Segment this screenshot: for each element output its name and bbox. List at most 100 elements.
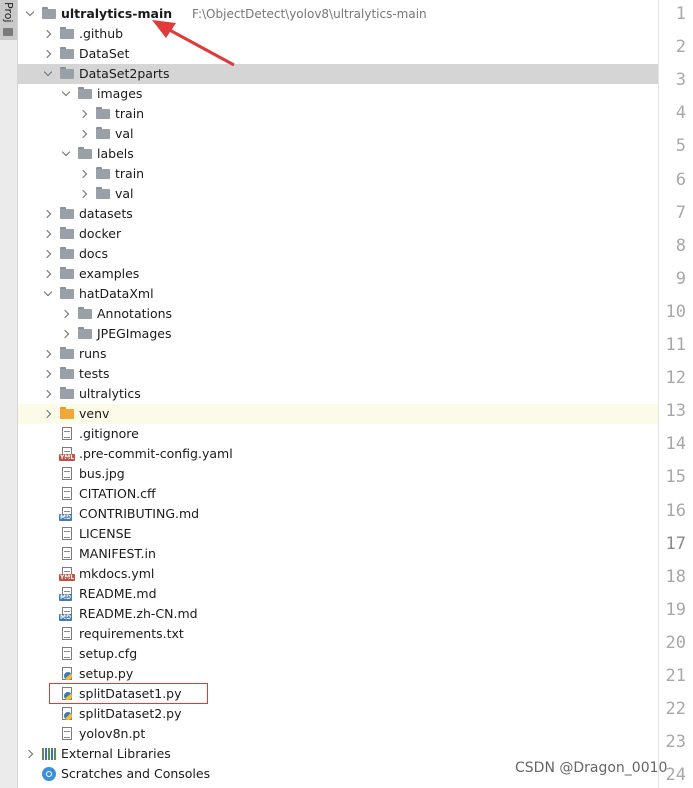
line-number: 16 <box>665 500 686 521</box>
chevron-right-icon[interactable] <box>24 744 36 764</box>
tree-item-pre-commit-config-yaml[interactable]: YML .pre-commit-config.yaml <box>18 444 658 464</box>
tree-item-images[interactable]: images <box>18 84 658 104</box>
chevron-down-icon[interactable] <box>42 284 54 304</box>
line-number: 13 <box>665 401 686 422</box>
tree-item-label: images <box>97 86 143 101</box>
tree-item-datasets[interactable]: datasets <box>18 204 658 224</box>
md-badge: MD <box>59 514 72 521</box>
tree-item-gitignore[interactable]: .gitignore <box>18 424 658 444</box>
line-number: 6 <box>675 169 686 190</box>
line-number: 22 <box>665 699 686 720</box>
chevron-down-icon[interactable] <box>24 4 36 24</box>
tree-item-label: requirements.txt <box>79 626 184 641</box>
tree-item-readme-zh-cn-md[interactable]: MD README.zh-CN.md <box>18 604 658 624</box>
line-number: 5 <box>675 136 686 157</box>
python-file-icon <box>60 667 74 681</box>
tree-item-citation-cff[interactable]: CITATION.cff <box>18 484 658 504</box>
tree-root-ultralytics-main[interactable]: ultralytics-main F:\ObjectDetect\yolov8\… <box>18 4 658 24</box>
tree-item-setup-cfg[interactable]: setup.cfg <box>18 644 658 664</box>
tree-item-labels[interactable]: labels <box>18 144 658 164</box>
tree-item-label: .gitignore <box>79 426 139 441</box>
tree-item-tests[interactable]: tests <box>18 364 658 384</box>
folder-icon <box>60 227 74 241</box>
project-tab-label: Proj <box>2 2 15 23</box>
tree-item-license[interactable]: LICENSE <box>18 524 658 544</box>
scratches-icon <box>42 767 56 781</box>
tree-item-setup-py[interactable]: setup.py <box>18 664 658 684</box>
tree-item-label: labels <box>97 146 134 161</box>
tree-item-dataset[interactable]: DataSet <box>18 44 658 64</box>
line-number-gutter: 1 2 3 4 5 6 7 8 9 10 11 12 13 14 15 16 17 18 19 20 21 22 23 24 <box>658 0 693 788</box>
line-number: 14 <box>665 434 686 455</box>
line-number: 20 <box>665 632 686 653</box>
tree-item-label: Annotations <box>97 306 173 321</box>
chevron-right-icon[interactable] <box>42 24 54 44</box>
tree-item-hatdataxml[interactable]: hatDataXml <box>18 284 658 304</box>
chevron-right-icon[interactable] <box>60 324 72 344</box>
tree-item-val[interactable]: val <box>18 124 658 144</box>
tree-item-annotations[interactable]: Annotations <box>18 304 658 324</box>
tree-item-requirements-txt[interactable]: requirements.txt <box>18 624 658 644</box>
chevron-right-icon[interactable] <box>78 104 90 124</box>
tree-item-label: JPEGImages <box>97 326 172 341</box>
tree-item-docs[interactable]: docs <box>18 244 658 264</box>
tree-item-label: hatDataXml <box>79 286 154 301</box>
project-tool-tab[interactable]: Proj <box>0 0 17 40</box>
package-folder-icon <box>60 387 74 401</box>
line-number: 7 <box>675 202 686 223</box>
folder-icon <box>60 207 74 221</box>
chevron-down-icon[interactable] <box>60 144 72 164</box>
tree-item-github[interactable]: .github <box>18 24 658 44</box>
tree-item-label: tests <box>79 366 110 381</box>
tree-item-contributing-md[interactable]: MD CONTRIBUTING.md <box>18 504 658 524</box>
chevron-right-icon[interactable] <box>78 164 90 184</box>
chevron-right-icon[interactable] <box>42 224 54 244</box>
tree-item-label: .github <box>79 26 124 41</box>
folder-icon <box>96 187 110 201</box>
chevron-right-icon[interactable] <box>42 44 54 64</box>
chevron-right-icon[interactable] <box>42 404 54 424</box>
chevron-right-icon[interactable] <box>42 384 54 404</box>
tree-item-label: venv <box>79 406 110 421</box>
tree-item-docker[interactable]: docker <box>18 224 658 244</box>
line-number: 4 <box>675 103 686 124</box>
python-file-icon <box>60 707 74 721</box>
tree-item-readme-md[interactable]: MD README.md <box>18 584 658 604</box>
tree-item-ultralytics[interactable]: ultralytics <box>18 384 658 404</box>
folder-icon <box>60 27 74 41</box>
chevron-down-icon[interactable] <box>42 64 54 84</box>
chevron-down-icon[interactable] <box>60 84 72 104</box>
chevron-right-icon[interactable] <box>42 364 54 384</box>
folder-icon <box>78 307 92 321</box>
tree-item-label: train <box>115 106 145 121</box>
tree-item-bus-jpg[interactable]: bus.jpg <box>18 464 658 484</box>
tree-item-runs[interactable]: runs <box>18 344 658 364</box>
tree-item-yolov8n-pt[interactable]: yolov8n.pt <box>18 724 658 744</box>
chevron-right-icon[interactable] <box>42 204 54 224</box>
tree-item-examples[interactable]: examples <box>18 264 658 284</box>
annotation-highlight-box <box>49 683 208 704</box>
annotation-arrow <box>152 20 235 67</box>
tree-item-val[interactable]: val <box>18 184 658 204</box>
yml-badge: YML <box>59 574 76 581</box>
chevron-right-icon[interactable] <box>42 264 54 284</box>
chevron-right-icon[interactable] <box>42 344 54 364</box>
tree-item-label: DataSet <box>79 46 130 61</box>
tree-item-jpegimages[interactable]: JPEGImages <box>18 324 658 344</box>
file-icon <box>60 467 74 481</box>
chevron-right-icon[interactable] <box>78 124 90 144</box>
tree-item-splitdataset2-py[interactable]: splitDataset2.py <box>18 704 658 724</box>
line-number: 11 <box>665 335 686 355</box>
tree-item-manifest-in[interactable]: MANIFEST.in <box>18 544 658 564</box>
tree-item-train[interactable]: train <box>18 164 658 184</box>
chevron-right-icon[interactable] <box>42 244 54 264</box>
folder-icon <box>96 127 110 141</box>
chevron-right-icon[interactable] <box>60 304 72 324</box>
tree-item-train[interactable]: train <box>18 104 658 124</box>
tree-item-venv[interactable]: venv <box>18 404 658 424</box>
chevron-right-icon[interactable] <box>78 184 90 204</box>
tree-item-dataset2parts[interactable]: DataSet2parts <box>18 64 658 84</box>
tree-item-label: setup.cfg <box>79 646 138 661</box>
tree-item-mkdocs-yml[interactable]: YML mkdocs.yml <box>18 564 658 584</box>
line-number: 17 <box>665 533 686 554</box>
